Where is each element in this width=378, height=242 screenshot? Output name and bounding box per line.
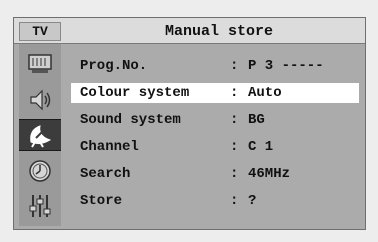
menu-row-value: ?	[248, 193, 257, 209]
picture-icon[interactable]	[22, 48, 58, 80]
menu-row-label: Search	[80, 166, 131, 182]
menu-row-label: Prog.No.	[80, 58, 148, 74]
menu-header: TV Manual store	[14, 18, 365, 44]
tv-source-tab[interactable]: TV	[19, 22, 61, 41]
sound-icon[interactable]	[22, 84, 58, 116]
osd-menu-screen: TV Manual store Prog.No.: P 3 ----- Col…	[13, 17, 366, 230]
menu-row-value: 46MHz	[248, 166, 291, 182]
timer-clock-icon[interactable]	[22, 155, 58, 187]
menu-row-value: Auto	[248, 85, 282, 101]
menu-content: Prog.No. : P 3 ----- Colour system : Aut…	[61, 44, 365, 226]
menu-title: Manual store	[164, 23, 274, 40]
channel-antenna-icon[interactable]	[19, 119, 61, 151]
menu-row-prog-no[interactable]: Prog.No. : P 3 -----	[71, 56, 359, 76]
menu-row-channel[interactable]: Channel : C 1	[71, 137, 359, 157]
setup-sliders-icon[interactable]	[22, 190, 58, 222]
menu-row-label: Channel	[80, 139, 139, 155]
menu-row-colour-system[interactable]: Colour system : Auto	[71, 83, 359, 103]
menu-row-separator: :	[230, 112, 239, 128]
menu-category-sidebar	[19, 44, 61, 226]
menu-row-value: C 1	[248, 139, 274, 155]
menu-row-separator: :	[230, 139, 239, 155]
menu-row-separator: :	[230, 193, 239, 209]
menu-row-separator: :	[230, 85, 239, 101]
menu-row-separator: :	[230, 166, 239, 182]
menu-row-separator: :	[230, 58, 239, 74]
menu-row-value: P 3 -----	[248, 58, 324, 74]
menu-row-store[interactable]: Store : ?	[71, 191, 359, 211]
menu-row-search[interactable]: Search : 46MHz	[71, 164, 359, 184]
menu-row-sound-system[interactable]: Sound system : BG	[71, 110, 359, 130]
menu-row-label: Sound system	[80, 112, 181, 128]
menu-row-label: Store	[80, 193, 123, 209]
menu-row-label: Colour system	[80, 85, 190, 101]
menu-row-value: BG	[248, 112, 265, 128]
